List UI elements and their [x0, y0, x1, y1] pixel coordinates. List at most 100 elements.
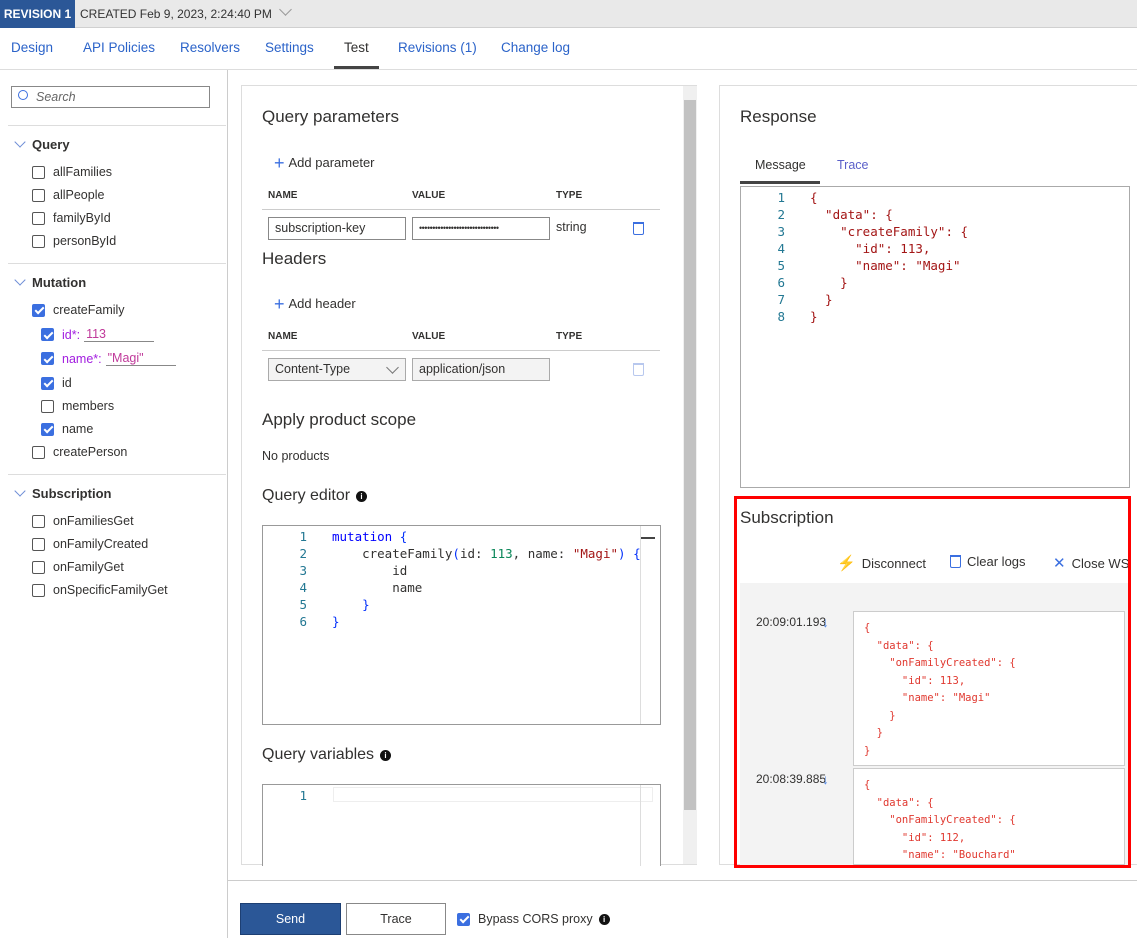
op-familyById[interactable]: familyById [32, 211, 111, 225]
op-createFamily[interactable]: createFamily [32, 303, 125, 317]
checkbox[interactable] [41, 352, 54, 365]
highlight-box [734, 496, 1131, 868]
code-line: 2 createFamily(id: 113, name: "Magi") { [263, 545, 660, 562]
checkbox[interactable] [32, 583, 45, 597]
op-label: allFamilies [53, 165, 113, 179]
checkbox[interactable] [41, 422, 54, 436]
line-number: 1 [777, 190, 785, 205]
op-personById[interactable]: personById [32, 234, 116, 248]
checkbox[interactable] [32, 211, 45, 225]
code-line: 3 id [263, 562, 660, 579]
code-line: 5 } [263, 596, 660, 613]
divider [8, 263, 226, 264]
param-value-input[interactable]: •••••••••••••••••••••••••••••• [412, 217, 550, 240]
info-icon[interactable]: i [380, 750, 392, 761]
code-text: "createFamily": { [810, 224, 969, 239]
response-viewer[interactable]: 1{2 "data": {3 "createFamily": {4 "id": … [740, 186, 1130, 488]
tab-revisions[interactable]: Revisions (1) [398, 40, 477, 55]
add-parameter-button[interactable]: + Add parameter [274, 153, 375, 174]
line-number: 3 [777, 224, 785, 239]
delete-param-trash-icon[interactable] [633, 222, 644, 235]
tab-change-log[interactable]: Change log [501, 40, 570, 55]
line-number: 6 [777, 275, 785, 290]
checkbox[interactable] [32, 165, 45, 179]
send-button[interactable]: Send [240, 903, 341, 935]
response-title: Response [740, 107, 817, 126]
op-label: personById [53, 234, 117, 248]
add-header-button[interactable]: + Add header [274, 294, 356, 315]
tab-test[interactable]: Test [334, 40, 379, 69]
tab-resolvers[interactable]: Resolvers [180, 40, 240, 55]
op-onSpecificFamilyGet[interactable]: onSpecificFamilyGet [32, 583, 168, 597]
checkbox[interactable] [32, 537, 45, 551]
scrollbar-thumb[interactable] [684, 100, 696, 810]
search-input[interactable]: Search [11, 86, 210, 108]
op-createPerson[interactable]: createPerson [32, 445, 127, 459]
tab-design[interactable]: Design [11, 40, 53, 55]
param-name-input[interactable]: subscription-key [268, 217, 406, 240]
chevron-down-icon [386, 361, 399, 374]
line-number: 8 [777, 309, 785, 324]
tab-trace[interactable]: Trace [837, 158, 869, 172]
code-text: mutation { [332, 529, 408, 544]
query-editor[interactable]: 1 mutation {2 createFamily(id: 113, name:… [262, 525, 661, 725]
header-value-input[interactable]: application/json [412, 358, 550, 381]
search-icon [18, 90, 28, 100]
op-onFamiliesGet[interactable]: onFamiliesGet [32, 514, 134, 528]
checkbox[interactable] [32, 560, 45, 574]
code-line: 3 "createFamily": { [741, 223, 1129, 240]
tab-settings[interactable]: Settings [265, 40, 314, 55]
line-number: 6 [299, 614, 307, 629]
field-label: name [62, 422, 94, 436]
checkbox[interactable] [32, 514, 45, 528]
checkbox[interactable] [457, 912, 470, 926]
arg-name-input[interactable]: "Magi" [105, 351, 176, 366]
code-line: 4 name [263, 579, 660, 596]
minimap-icon [641, 537, 655, 539]
op-label: onFamilyGet [53, 560, 124, 574]
info-icon[interactable]: i [598, 913, 610, 925]
checkbox[interactable] [32, 234, 45, 248]
revision-created-dropdown[interactable]: CREATED Feb 9, 2023, 2:24:40 PM [80, 0, 293, 28]
op-allFamilies[interactable]: allFamilies [32, 165, 112, 179]
info-icon[interactable]: i [356, 491, 368, 502]
op-label: onFamilyCreated [53, 537, 149, 551]
bypass-cors-checkbox[interactable]: Bypass CORS proxy i [457, 912, 610, 926]
section-subscription[interactable]: Subscription [14, 485, 111, 501]
field-id[interactable]: id [41, 376, 72, 390]
checkbox[interactable] [32, 188, 45, 202]
op-allPeople[interactable]: allPeople [32, 188, 104, 202]
field-name[interactable]: name [41, 422, 93, 436]
code-text: createFamily(id: 113, name: "Magi") { [332, 546, 641, 561]
trace-button[interactable]: Trace [346, 903, 446, 935]
header-name-select[interactable]: Content-Type [268, 358, 406, 381]
col-type-header: TYPE [556, 190, 583, 201]
line-number: 2 [777, 207, 785, 222]
code-text: name [332, 580, 423, 595]
checkbox[interactable] [32, 445, 45, 459]
tab-message[interactable]: Message [755, 158, 806, 172]
section-query[interactable]: Query [14, 136, 70, 152]
line-number: 4 [299, 580, 307, 595]
checkbox[interactable] [32, 303, 45, 317]
field-members[interactable]: members [41, 399, 114, 413]
button-label: Add header [288, 296, 356, 311]
code-text: "id": 113, [810, 241, 931, 256]
op-onFamilyCreated[interactable]: onFamilyCreated [32, 537, 148, 551]
checkbox[interactable] [41, 399, 54, 413]
code-line: 6 } [741, 274, 1129, 291]
op-onFamilyGet[interactable]: onFamilyGet [32, 560, 124, 574]
field-label: members [62, 399, 115, 413]
arg-id-input[interactable]: 113 [84, 327, 155, 342]
section-mutation[interactable]: Mutation [14, 274, 86, 290]
product-scope-value: No products [262, 449, 330, 463]
arg-name[interactable]: name*: "Magi" [41, 351, 176, 366]
checkbox-label: Bypass CORS proxy [478, 912, 593, 926]
checkbox[interactable] [41, 328, 54, 341]
query-variables-editor[interactable]: 1 [262, 784, 661, 866]
arg-id[interactable]: id*: 113 [41, 327, 155, 342]
line-number: 3 [299, 563, 307, 578]
checkbox[interactable] [41, 376, 54, 390]
tab-api-policies[interactable]: API Policies [83, 40, 155, 55]
plus-icon: + [274, 153, 285, 173]
